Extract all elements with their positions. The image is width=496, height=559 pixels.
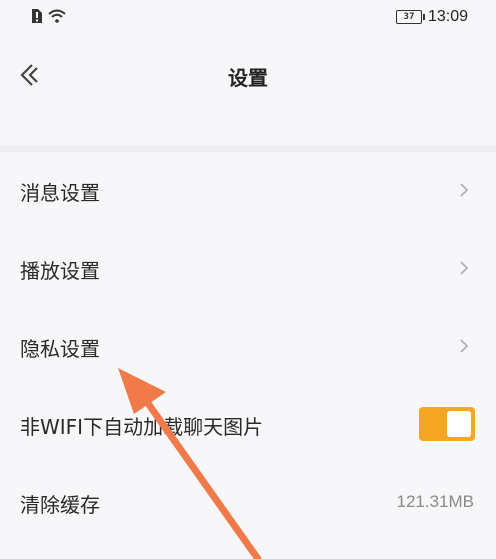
auto-load-images-toggle[interactable] <box>419 407 475 441</box>
status-icons-left <box>30 9 66 23</box>
chevron-right-icon <box>460 183 469 197</box>
settings-item-message[interactable]: 消息设置 <box>0 152 496 230</box>
settings-item-label: 播放设置 <box>20 259 100 283</box>
sim-alert-icon <box>32 9 42 23</box>
settings-item-clear-cache[interactable]: 清除缓存 121.31MB <box>0 464 496 542</box>
settings-item-auto-load-images: 非WIFI下自动加载聊天图片 <box>0 386 496 464</box>
wifi-icon <box>48 9 66 23</box>
settings-screen: 37 13:09 设置 消息设置 播放设置 隐私设置 非WIFI下自动加载聊天图… <box>0 0 496 559</box>
chevron-right-icon <box>460 261 469 275</box>
chevron-right-icon <box>460 339 469 353</box>
settings-item-label: 非WIFI下自动加载聊天图片 <box>20 415 264 439</box>
settings-item-playback[interactable]: 播放设置 <box>0 230 496 308</box>
battery-icon: 37 <box>395 10 425 24</box>
page-title: 设置 <box>228 66 268 90</box>
settings-item-privacy[interactable]: 隐私设置 <box>0 308 496 386</box>
cache-size-value: 121.31MB <box>396 492 475 511</box>
status-icons-right: 37 13:09 <box>395 8 468 26</box>
status-bar: 37 13:09 <box>0 0 496 36</box>
settings-item-label: 隐私设置 <box>20 337 100 361</box>
settings-item-label: 消息设置 <box>20 181 100 205</box>
status-time: 13:09 <box>427 8 468 25</box>
settings-item-label: 清除缓存 <box>20 493 100 517</box>
toggle-knob <box>447 411 471 437</box>
header: 设置 <box>0 40 496 110</box>
settings-list: 消息设置 播放设置 隐私设置 非WIFI下自动加载聊天图片 清除缓存 121.3… <box>0 152 496 542</box>
